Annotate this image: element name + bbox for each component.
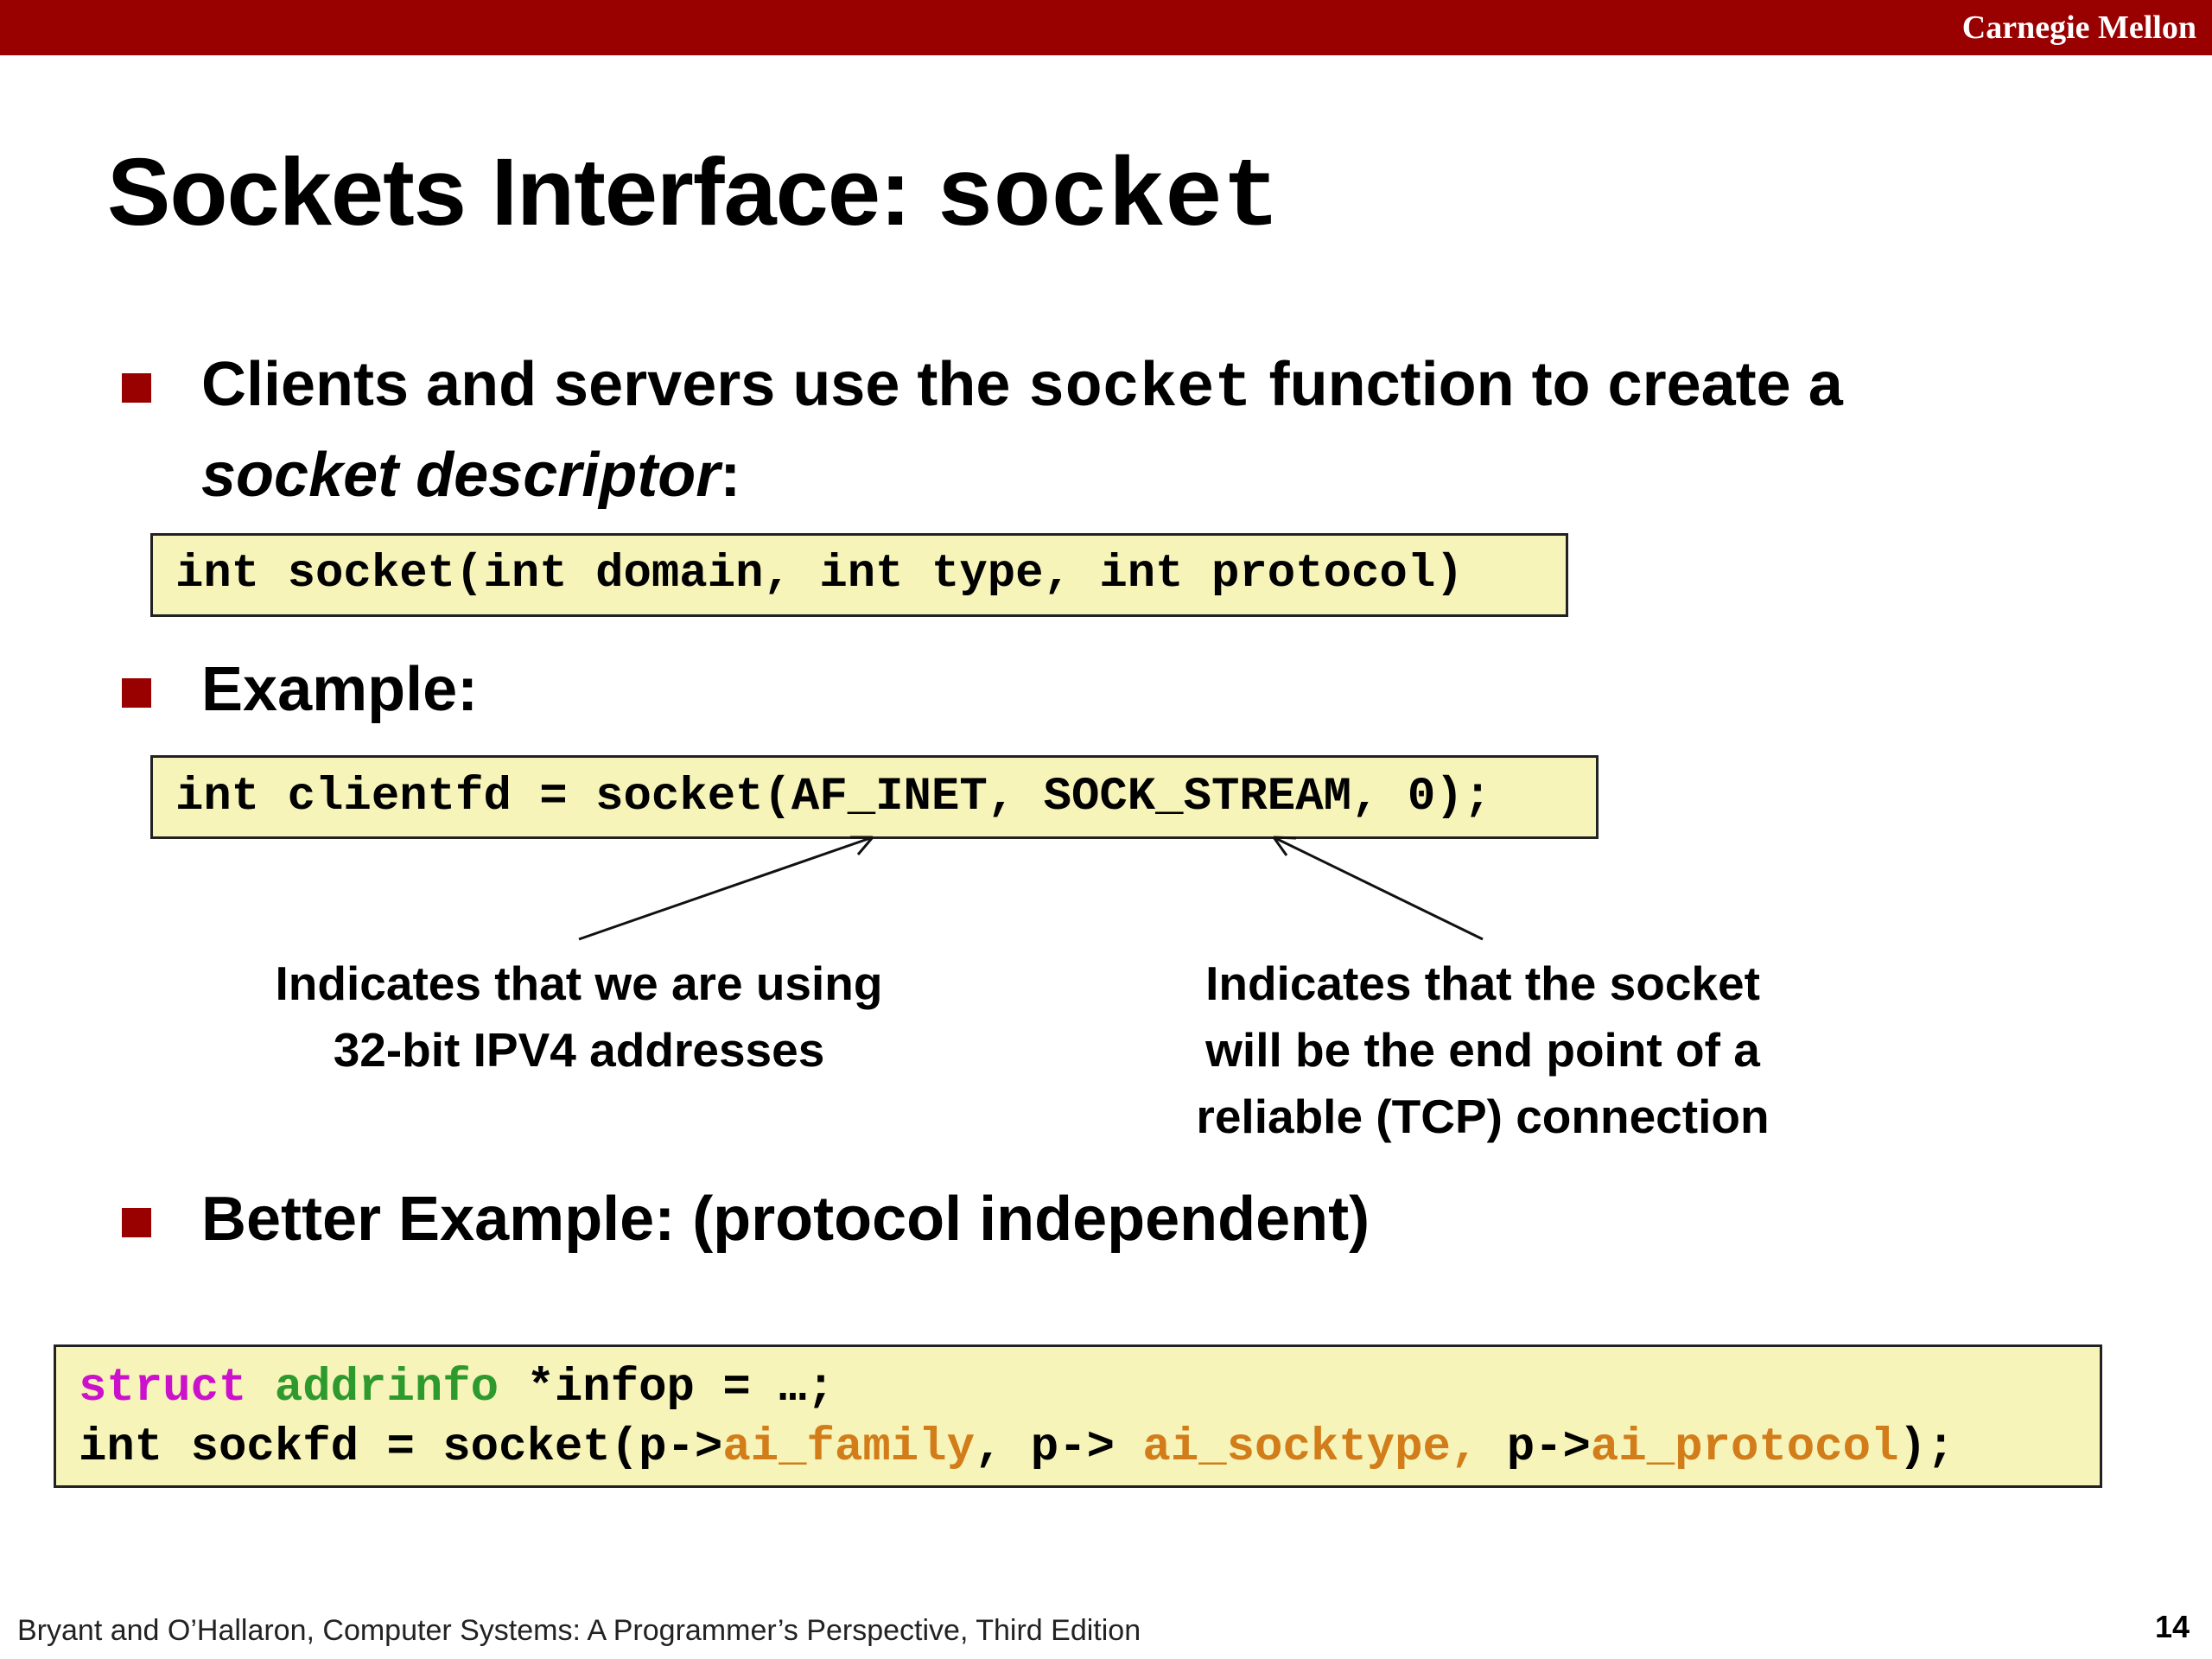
bullet-1-code: socket [1027, 353, 1252, 424]
signature-code-box: int socket(int domain, int type, int pro… [150, 533, 1568, 617]
bullet-1-emphasis: socket descriptor [201, 441, 721, 510]
code-line-2-mid2: p-> [1478, 1421, 1591, 1474]
code-line-1-rest: *infop = …; [499, 1362, 835, 1414]
right-arrow-head [1272, 836, 1297, 856]
brand-label: Carnegie Mellon [1961, 10, 2196, 46]
left-arrow-head [850, 836, 874, 855]
annotation-af-inet: Indicates that we are using 32-bit IPV4 … [275, 957, 883, 1077]
struct-keyword: struct [79, 1362, 247, 1414]
signature-code: int socket(int domain, int type, int pro… [175, 548, 1464, 601]
bullet-1-suffix: : [720, 441, 741, 510]
footer-citation: Bryant and O’Hallaron, Computer Systems:… [17, 1614, 1141, 1647]
header-bar: Carnegie Mellon [0, 0, 2212, 55]
title-text: Sockets Interface: [107, 139, 937, 245]
bullet-marker [122, 678, 151, 708]
annotation-sock-stream: Indicates that the socket will be the en… [1196, 957, 1770, 1143]
title-code: socket [936, 144, 1280, 254]
field-ai-socktype: ai_socktype, [1142, 1421, 1479, 1474]
field-ai-family: ai_family [722, 1421, 975, 1474]
bullet-2-text: Example: [201, 655, 479, 724]
better-example-code-box: struct addrinfo *infop = …; int sockfd =… [54, 1344, 2102, 1488]
example-code-box: int clientfd = socket(AF_INET, SOCK_STRE… [150, 755, 1599, 839]
bullet-3-text: Better Example: (protocol independent) [201, 1185, 1370, 1254]
page-number: 14 [2154, 1609, 2190, 1644]
bullet-1-text-after: function to create a [1251, 350, 1843, 419]
code-line-2-prefix: int sockfd = socket(p-> [79, 1421, 723, 1474]
code-line-1: struct addrinfo *infop = …; [79, 1361, 835, 1416]
left-arrow-line [578, 836, 874, 941]
bullet-marker [122, 1208, 151, 1237]
right-arrow-line [1273, 836, 1484, 941]
code-line-2-mid1: , p-> [974, 1421, 1143, 1474]
bullet-1-text: Clients and servers use the [201, 350, 1028, 419]
bullet-1-line-2: socket descriptor: [201, 429, 741, 521]
bullet-marker [122, 373, 151, 403]
field-ai-protocol: ai_protocol [1590, 1421, 1899, 1474]
code-line-2-end: ); [1898, 1421, 1955, 1474]
type-name: addrinfo [274, 1362, 499, 1414]
bullet-1-line-1: Clients and servers use the socket funct… [201, 339, 1843, 435]
slide-title: Sockets Interface: socket [107, 137, 1280, 256]
example-code: int clientfd = socket(AF_INET, SOCK_STRE… [175, 771, 1492, 823]
code-line-2: int sockfd = socket(p->ai_family, p-> ai… [79, 1421, 1955, 1476]
